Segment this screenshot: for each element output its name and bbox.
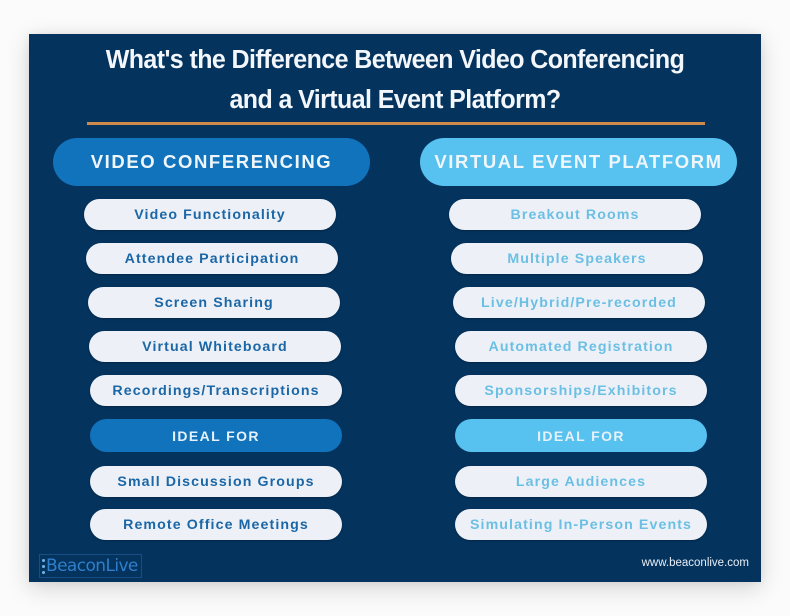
video-conferencing-ideal-item: Small Discussion Groups [90, 466, 342, 497]
title-line-2: and a Virtual Event Platform? [229, 86, 561, 114]
virtual-event-feature: Automated Registration [455, 331, 707, 362]
video-conferencing-feature: Screen Sharing [88, 287, 340, 318]
beacon-dots-icon [42, 558, 45, 574]
video-conferencing-feature: Virtual Whiteboard [89, 331, 341, 362]
logo-text: BeaconLive [46, 556, 138, 576]
title-line-1: What's the Difference Between Video Conf… [105, 46, 685, 74]
video-conferencing-ideal-for-label: IDEAL FOR [90, 419, 342, 452]
video-conferencing-feature: Video Functionality [84, 199, 336, 230]
virtual-event-feature: Live/Hybrid/Pre-recorded [453, 287, 705, 318]
infographic-title: What's the Difference Between Video Conf… [36, 40, 753, 120]
page: What's the Difference Between Video Conf… [0, 0, 790, 616]
video-conferencing-header: VIDEO CONFERENCING [53, 138, 370, 186]
virtual-event-ideal-item: Large Audiences [455, 466, 707, 497]
video-conferencing-feature: Attendee Participation [86, 243, 338, 274]
website-url: www.beaconlive.com [641, 557, 749, 569]
virtual-event-ideal-for-label: IDEAL FOR [455, 419, 707, 452]
virtual-event-platform-header: VIRTUAL EVENT PLATFORM [420, 138, 737, 186]
infographic-panel: What's the Difference Between Video Conf… [29, 34, 761, 582]
title-divider [87, 122, 705, 125]
virtual-event-feature: Sponsorships/Exhibitors [455, 375, 707, 406]
virtual-event-ideal-item: Simulating In-Person Events [455, 509, 707, 540]
virtual-event-feature: Breakout Rooms [449, 199, 701, 230]
beaconlive-logo: BeaconLive [39, 554, 142, 578]
video-conferencing-ideal-item: Remote Office Meetings [90, 509, 342, 540]
virtual-event-feature: Multiple Speakers [451, 243, 703, 274]
video-conferencing-feature: Recordings/Transcriptions [90, 375, 342, 406]
